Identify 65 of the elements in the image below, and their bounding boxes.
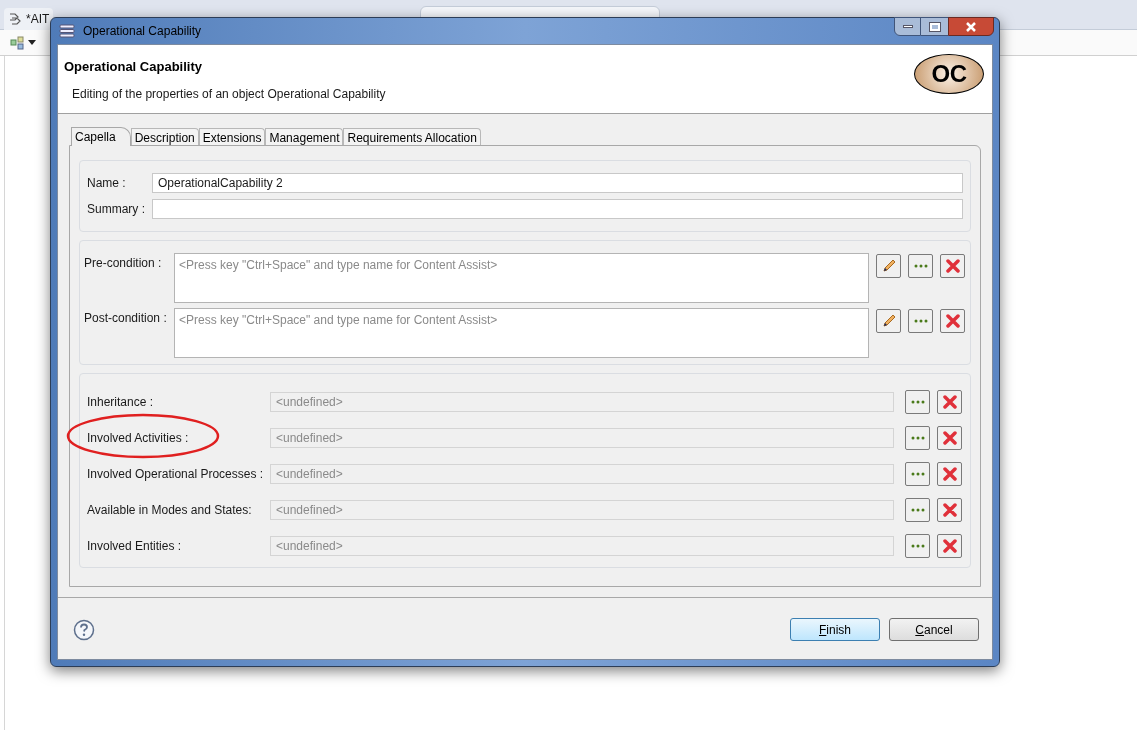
remove-button[interactable] (940, 309, 965, 333)
field-label: Inheritance : (87, 395, 154, 409)
field-label: Post-condition : (84, 310, 168, 327)
tab-label: *AIT (26, 11, 50, 28)
minimize-button[interactable] (894, 17, 921, 36)
tab[interactable]: Management (265, 128, 344, 145)
delete-icon (942, 395, 957, 409)
remove-button[interactable] (937, 498, 962, 522)
delete-icon (945, 259, 960, 273)
delete-icon (945, 314, 960, 328)
pencil-icon (880, 258, 897, 274)
delete-icon (942, 503, 957, 517)
tab[interactable]: Description (130, 128, 199, 145)
ellipsis-icon (910, 400, 925, 404)
finish-button[interactable]: Finish (790, 618, 880, 641)
field-label: Name : (87, 175, 127, 192)
close-icon (965, 21, 977, 32)
header-title: Operational Capability (64, 58, 203, 76)
summary-field[interactable] (152, 199, 963, 219)
window-title: Operational Capability (83, 23, 202, 40)
remove-button[interactable] (940, 254, 965, 278)
delete-icon (942, 467, 957, 481)
delete-icon (942, 539, 957, 553)
field-label: Involved Activities : (87, 431, 189, 445)
remove-button[interactable] (937, 462, 962, 486)
delete-icon (942, 431, 957, 445)
stack-icon (59, 24, 75, 38)
browse-button[interactable] (905, 426, 930, 450)
ellipsis-icon (913, 264, 928, 268)
condition-field[interactable]: <Press key "Ctrl+Space" and type name for Content Assist> (174, 253, 869, 303)
remove-button[interactable] (937, 534, 962, 558)
browse-button[interactable] (908, 309, 933, 333)
ellipsis-icon (910, 472, 925, 476)
maximize-button[interactable] (921, 17, 948, 36)
field-label: Pre-condition : (84, 255, 163, 272)
browse-button[interactable] (905, 462, 930, 486)
header-description: Editing of the properties of an object Operational Capability (71, 85, 386, 103)
edit-button[interactable] (876, 254, 901, 278)
browse-button[interactable] (905, 390, 930, 414)
remove-button[interactable] (937, 390, 962, 414)
oc-badge-icon: OC (914, 54, 984, 94)
help-icon[interactable] (73, 618, 95, 641)
browse-button[interactable] (905, 534, 930, 558)
tab[interactable]: Extensions (198, 128, 266, 145)
cancel-button[interactable]: Cancel (889, 618, 979, 641)
name-field[interactable]: OperationalCapability 2 (152, 173, 963, 193)
dropdown-caret-icon[interactable] (28, 40, 36, 46)
ellipsis-icon (910, 544, 925, 548)
condition-field[interactable]: <Press key "Ctrl+Space" and type name for Content Assist> (174, 308, 869, 358)
tab[interactable]: Requirements Allocation (343, 128, 481, 145)
ellipsis-icon (910, 436, 925, 440)
field-label: Involved Operational Processes : (87, 467, 264, 481)
field-label: Involved Entities : (87, 539, 182, 553)
field-label: Summary : (87, 201, 146, 218)
remove-button[interactable] (937, 426, 962, 450)
edit-button[interactable] (876, 309, 901, 333)
tab[interactable]: Capella (71, 127, 131, 146)
editor-tab[interactable]: *AIT (4, 8, 54, 30)
ellipsis-icon (913, 319, 928, 323)
browse-button[interactable] (905, 498, 930, 522)
pencil-icon (880, 313, 897, 329)
field-label: Available in Modes and States: (87, 503, 252, 517)
close-button[interactable] (948, 17, 994, 36)
browse-button[interactable] (908, 254, 933, 278)
ellipsis-icon (910, 508, 925, 512)
